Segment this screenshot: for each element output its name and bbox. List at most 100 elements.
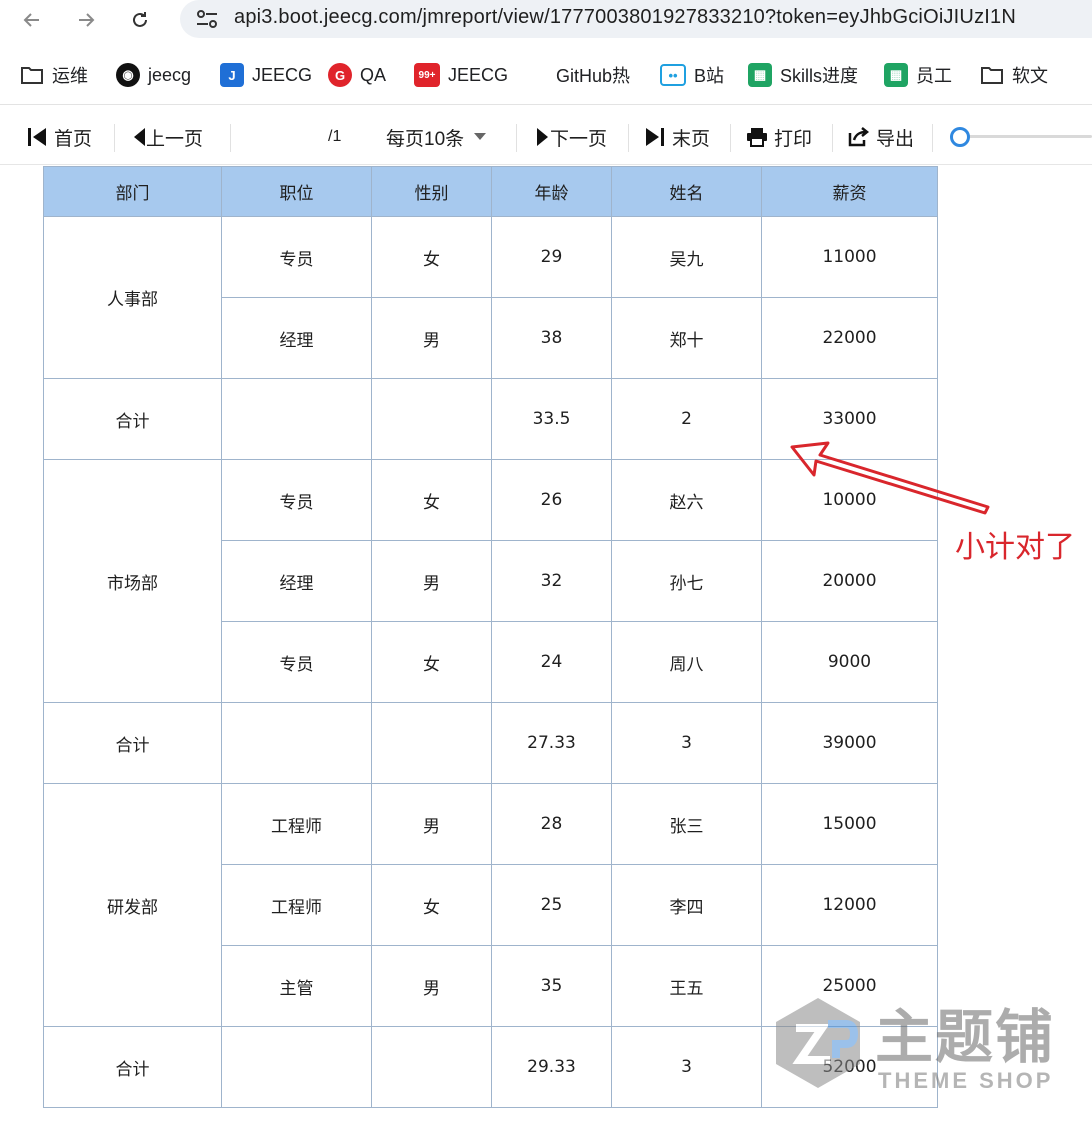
position-cell: 工程师 bbox=[221, 864, 372, 946]
dept-cell: 人事部 bbox=[43, 216, 222, 379]
last-page-button[interactable]: 末页 bbox=[644, 124, 710, 150]
position-cell: 主管 bbox=[221, 945, 372, 1027]
age-cell: 26 bbox=[491, 459, 612, 541]
first-page-button[interactable]: 首页 bbox=[26, 124, 92, 150]
bookmark-label: 软文 bbox=[1012, 66, 1048, 86]
bookmark-bilibili[interactable]: •• B站 bbox=[660, 60, 724, 90]
header-gender: 性别 bbox=[371, 166, 492, 217]
position-cell: 专员 bbox=[221, 621, 372, 703]
age-cell: 24 bbox=[491, 621, 612, 703]
position-cell: 经理 bbox=[221, 297, 372, 379]
separator bbox=[516, 124, 517, 152]
reload-button[interactable] bbox=[126, 6, 154, 34]
annotation-arrow-icon bbox=[790, 441, 990, 515]
next-page-button[interactable]: 下一页 bbox=[536, 124, 607, 150]
qa-icon: G bbox=[328, 63, 352, 87]
bookmark-employee[interactable]: ▦ 员工 bbox=[884, 60, 952, 90]
prev-page-button[interactable]: 上一页 bbox=[132, 124, 203, 150]
table-header-row: 部门 职位 性别 年龄 姓名 薪资 bbox=[43, 166, 938, 217]
empty-cell bbox=[221, 378, 372, 460]
page-total: /1 bbox=[328, 128, 342, 145]
address-bar: api3.boot.jeecg.com/jmreport/view/177700… bbox=[0, 0, 1092, 40]
separator bbox=[114, 124, 115, 152]
report-table: 部门 职位 性别 年龄 姓名 薪资 人事部 专员 女 29 吴九 11000 经… bbox=[43, 166, 938, 1108]
bookmark-skills[interactable]: ▦ Skills进度 bbox=[748, 60, 858, 90]
empty-cell bbox=[371, 702, 492, 784]
age-cell: 32 bbox=[491, 540, 612, 622]
subtotal-age: 33.5 bbox=[491, 378, 612, 460]
report-toolbar: 首页 上一页 1 /1 每页10条 下一页 末页 打印 导出 bbox=[0, 110, 1092, 260]
caret-down-icon bbox=[474, 133, 487, 140]
first-page-icon bbox=[28, 128, 46, 146]
bookmark-qa[interactable]: G QA bbox=[328, 60, 386, 90]
dept-cell: 研发部 bbox=[43, 783, 222, 1027]
zoom-slider-handle[interactable] bbox=[950, 127, 970, 147]
subtotal-label: 合计 bbox=[43, 378, 222, 460]
header-dept: 部门 bbox=[43, 166, 222, 217]
bookmark-label: Skills进度 bbox=[780, 66, 859, 86]
separator bbox=[230, 124, 231, 152]
separator bbox=[932, 124, 933, 152]
page-size-select[interactable]: 每页10条 bbox=[386, 124, 487, 150]
bookmark-yunwei[interactable]: 运维 bbox=[20, 60, 88, 90]
github-icon: ◉ bbox=[116, 63, 140, 87]
subtotal-count: 3 bbox=[611, 702, 762, 784]
bookmark-jeecg-github[interactable]: ◉ jeecg bbox=[116, 60, 191, 90]
last-page-icon bbox=[646, 128, 664, 146]
separator bbox=[832, 124, 833, 152]
divider bbox=[0, 104, 1092, 105]
subtotal-row: 合计 27.33 3 39000 bbox=[43, 702, 938, 784]
jeecg-icon: J bbox=[220, 63, 244, 87]
gender-cell: 女 bbox=[371, 216, 492, 298]
bilibili-icon: •• bbox=[660, 64, 686, 86]
subtotal-count: 3 bbox=[611, 1026, 762, 1108]
empty-cell bbox=[371, 1026, 492, 1108]
name-cell: 吴九 bbox=[611, 216, 762, 298]
table-row: 人事部 专员 女 29 吴九 11000 bbox=[43, 216, 938, 379]
url-text[interactable]: api3.boot.jeecg.com/jmreport/view/177700… bbox=[234, 6, 1016, 29]
prev-page-label: 上一页 bbox=[146, 128, 204, 150]
arrow-left-icon bbox=[23, 13, 39, 27]
bookmark-github-hot[interactable]: GitHub热 bbox=[556, 60, 630, 90]
empty-cell bbox=[221, 1026, 372, 1108]
forward-button[interactable] bbox=[72, 6, 100, 34]
name-cell: 孙七 bbox=[611, 540, 762, 622]
bookmark-label: 运维 bbox=[52, 66, 88, 86]
bookmark-label: jeecg bbox=[148, 64, 192, 85]
first-page-label: 首页 bbox=[54, 128, 93, 150]
export-icon bbox=[848, 127, 870, 147]
bookmark-jeecg-badge[interactable]: 99+ JEECG bbox=[414, 60, 508, 90]
position-cell: 专员 bbox=[221, 459, 372, 541]
name-cell: 张三 bbox=[611, 783, 762, 865]
annotation-note: 小计对了 bbox=[955, 530, 1075, 565]
back-button[interactable] bbox=[18, 6, 46, 34]
position-cell: 专员 bbox=[221, 216, 372, 298]
last-page-label: 末页 bbox=[672, 128, 711, 150]
subtotal-count: 2 bbox=[611, 378, 762, 460]
age-cell: 38 bbox=[491, 297, 612, 379]
sheet-icon: ▦ bbox=[748, 63, 772, 87]
empty-cell bbox=[221, 702, 372, 784]
subtotal-age: 29.33 bbox=[491, 1026, 612, 1108]
export-button[interactable]: 导出 bbox=[848, 124, 914, 150]
header-position: 职位 bbox=[221, 166, 372, 217]
site-settings-icon[interactable] bbox=[195, 8, 219, 30]
header-salary: 薪资 bbox=[761, 166, 938, 217]
table-row: 研发部 工程师 男 28 张三 15000 bbox=[43, 783, 938, 1027]
bookmark-ruanwen[interactable]: 软文 bbox=[980, 60, 1048, 90]
watermark-title: 主题铺 bbox=[875, 1003, 1056, 1071]
bookmark-jeecg[interactable]: J JEECG bbox=[220, 60, 312, 90]
age-cell: 29 bbox=[491, 216, 612, 298]
zoom-slider-track[interactable] bbox=[950, 135, 1092, 138]
caret-right-icon bbox=[537, 128, 548, 146]
gender-cell: 女 bbox=[371, 864, 492, 946]
gender-cell: 女 bbox=[371, 621, 492, 703]
name-cell: 王五 bbox=[611, 945, 762, 1027]
watermark-subtitle: THEME SHOP bbox=[878, 1068, 1054, 1093]
bookmark-label: QA bbox=[360, 64, 387, 85]
folder-icon bbox=[980, 63, 1004, 87]
print-button[interactable]: 打印 bbox=[746, 124, 812, 150]
bookmark-label: B站 bbox=[694, 66, 725, 86]
theme-shop-logo-icon bbox=[776, 998, 860, 1088]
gender-cell: 女 bbox=[371, 459, 492, 541]
